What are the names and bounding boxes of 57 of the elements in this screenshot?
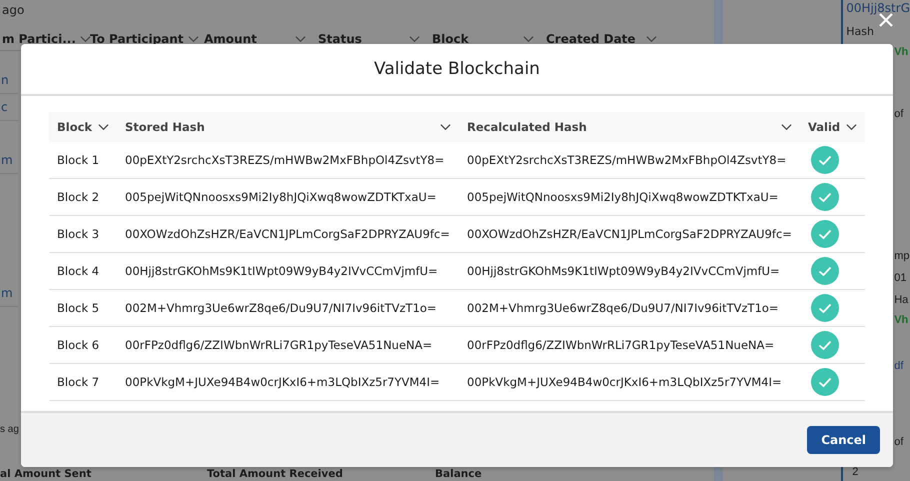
table-cell-text: 00XOWzdOhZsHZR/EaVCN1JPLmCorgSaF2DPRYZAU9fc= [466,227,793,241]
cancel-button[interactable]: Cancel [807,426,880,454]
column-header[interactable]: Amount [204,32,257,46]
table-cell-text: Block 5 [56,301,100,315]
column-header: Total Amount Received [207,468,344,481]
chevron-down-icon[interactable] [846,123,857,131]
table-cell-text: 00XOWzdOhZsHZR/EaVCN1JPLmCorgSaF2DPRYZAU9fc= [124,227,451,241]
field-text: Vh [894,313,910,328]
table-cell-text: 00PkVkgM+JUXe94B4w0crJKxI6+m3LQbIXz5r7YVM4I= [124,375,441,389]
table-cell-text: Block 2 [56,190,100,204]
table-cell-text: 00pEXtY2srchcXsT3REZS/mHWBw2MxFBhpOl4ZsvtY8= [466,153,788,167]
field-text: 01 [894,271,908,286]
table-cell-text: 002M+Vhmrg3Ue6wrZ8qe6/Du9U7/NI7Iv96itTVzT1o= [124,301,438,315]
table-link[interactable]: m [0,146,18,174]
column-header[interactable]: To Participant [90,32,184,46]
table-link[interactable]: m [0,280,18,307]
chevron-down-icon[interactable] [440,123,451,131]
relative-time: s ag [0,423,19,438]
table-cell-text: Block 7 [56,375,100,389]
table-cell-text: 00Hjj8strGKOhMs9K1tIWpt09W9yB4y2IVvCCmVjmfU= [466,264,781,278]
column-header: Balance [435,468,483,481]
relative-time: ago [1,2,26,19]
table-cell-text: Block 6 [56,338,100,352]
record-link[interactable]: df [894,358,910,374]
record-link[interactable]: 00Hjj8strG [846,0,910,16]
column-header[interactable]: Stored Hash [125,120,205,134]
field-text: 2 [852,465,860,480]
chevron-down-icon[interactable] [98,123,109,131]
field-text: mp [894,249,910,264]
table-cell-text: 002M+Vhmrg3Ue6wrZ8qe6/Du9U7/NI7Iv96itTVzT1o= [466,301,780,315]
column-header[interactable]: Status [318,32,362,46]
table-cell-text: Block 4 [56,264,100,278]
table-cell-text: 005pejWitQNnoosxs9Mi2Iy8hJQiXwq8wowZDTKTxaU= [124,190,438,204]
table-link[interactable]: c [0,94,18,121]
table-cell-text: 00Hjj8strGKOhMs9K1tIWpt09W9yB4y2IVvCCmVjmfU= [124,264,439,278]
table-cell-text: 00pEXtY2srchcXsT3REZS/mHWBw2MxFBhpOl4ZsvtY8= [124,153,446,167]
table-cell-text: Block 3 [56,227,100,241]
table-cell-text: 00rFPz0dflg6/ZZIWbnWrRLi7GR1pyTeseVA51NueNA= [466,338,776,352]
field-text: of [894,435,904,450]
column-header[interactable]: Valid [808,120,840,134]
column-header[interactable]: Created Date [546,32,636,46]
chevron-down-icon[interactable] [781,123,792,131]
table-link[interactable]: n [0,66,18,94]
table-cell-text: 00rFPz0dflg6/ZZIWbnWrRLi7GR1pyTeseVA51NueNA= [124,338,434,352]
dialog-title: Validate Blockchain [21,44,893,96]
field-text: Hash [846,24,875,40]
field-text: Ha [894,293,910,308]
column-header: al Amount Sent [0,468,92,481]
table-cell-text: 005pejWitQNnoosxs9Mi2Iy8hJQiXwq8wowZDTKTxaU= [466,190,780,204]
table-cell-text: Block 1 [56,153,100,167]
column-header[interactable]: Block [432,32,469,46]
field-text: Vh [894,45,910,60]
field-text: of [894,107,904,122]
table-cell-text: 00PkVkgM+JUXe94B4w0crJKxI6+m3LQbIXz5r7YVM4I= [466,375,783,389]
column-header[interactable]: m Partici... [2,32,76,46]
column-header[interactable]: Recalculated Hash [467,120,587,134]
column-header[interactable]: Block [57,120,92,134]
